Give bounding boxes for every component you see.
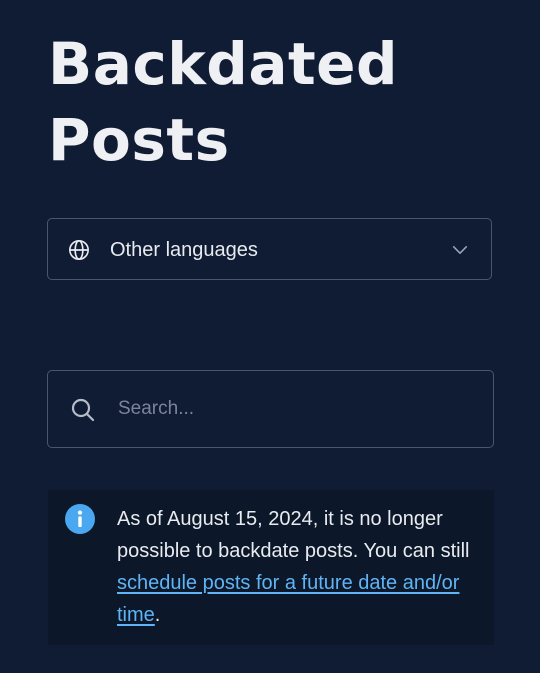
globe-icon [69, 240, 89, 260]
help-page: Backdated Posts Other languages As of Au… [0, 0, 540, 673]
search-input[interactable] [118, 393, 468, 425]
language-dropdown-label: Other languages [110, 239, 258, 261]
notice-text-after: . [154, 604, 161, 626]
search-box[interactable] [47, 370, 494, 448]
notice-text-before: As of August 15, 2024, it is no longer p… [117, 508, 470, 562]
notice-box: As of August 15, 2024, it is no longer p… [48, 490, 494, 645]
language-dropdown[interactable]: Other languages [47, 218, 492, 280]
info-icon [65, 504, 95, 534]
chevron-down-icon [452, 246, 468, 254]
page-title: Backdated Posts [48, 30, 399, 174]
search-icon [71, 398, 95, 422]
schedule-posts-link[interactable]: schedule posts for a future date and/or … [117, 572, 459, 626]
notice-text: As of August 15, 2024, it is no longer p… [117, 503, 487, 631]
